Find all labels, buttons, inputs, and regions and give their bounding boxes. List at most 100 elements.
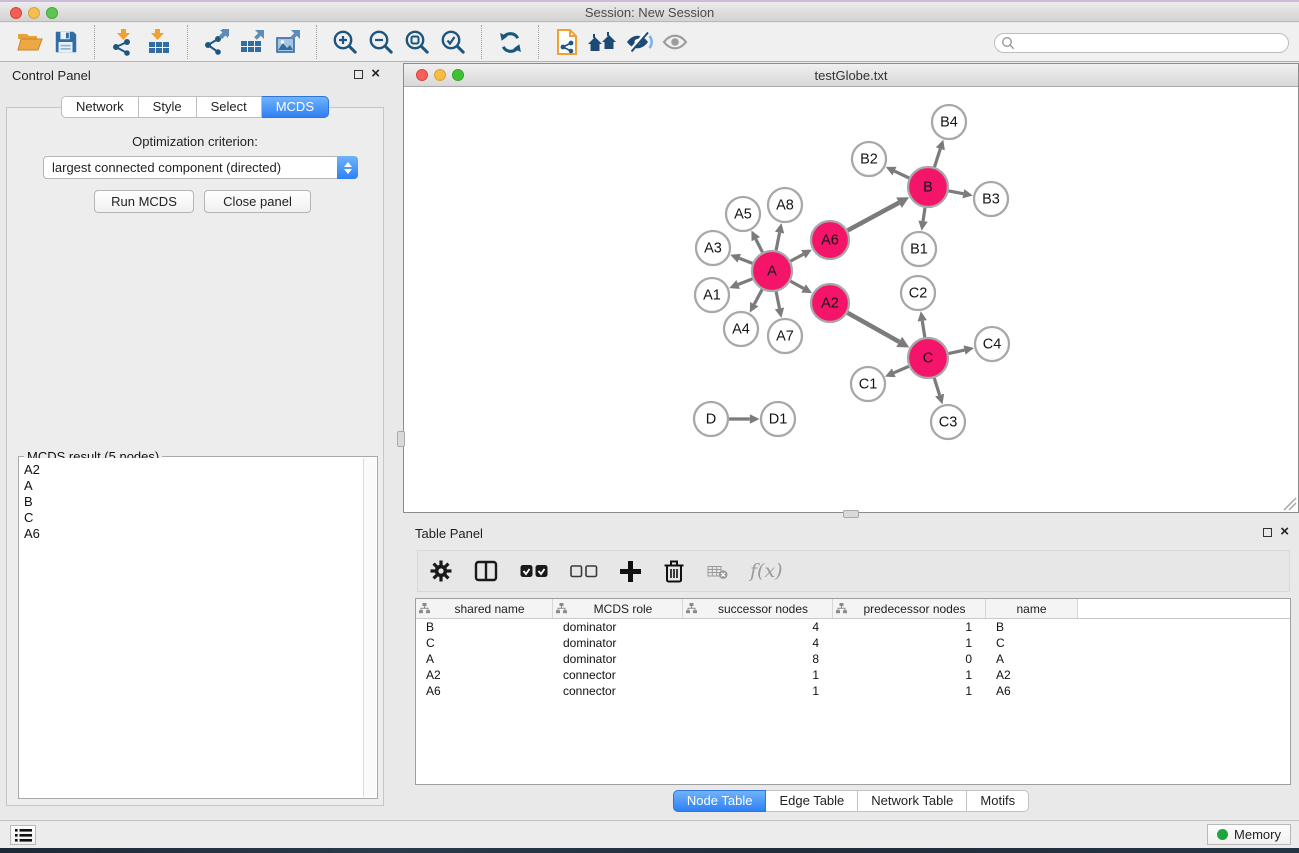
add-column-button[interactable] [620,556,641,586]
new-network-from-selection-button[interactable] [549,25,585,59]
float-panel-icon[interactable] [1263,528,1272,537]
network-graph[interactable]: B4B2BB3A5A8A6A3B1AA1C2A2A4A7C4CC1C3DD1 [404,87,1298,512]
export-table-button[interactable] [234,25,270,59]
add-icon [620,561,641,582]
float-panel-icon[interactable] [354,70,363,79]
delete-table-button[interactable] [707,556,728,586]
deselect-all-button[interactable] [570,556,598,586]
close-panel-icon[interactable]: × [1280,527,1289,537]
gear-icon [430,560,452,582]
graph-node-label: A [767,264,777,280]
splitter-grip-bottom[interactable] [843,510,859,518]
table-cell: A [416,652,553,666]
criterion-dropdown[interactable]: largest connected component (directed) [43,156,358,179]
graph-edge-B-B4[interactable] [934,149,940,167]
graph-edge-A-A6[interactable] [791,254,804,261]
search-input[interactable] [1015,35,1288,51]
graph-edge-C-C4[interactable] [949,350,965,353]
table-row[interactable]: Cdominator41C [416,635,1290,651]
import-network-button[interactable] [105,25,141,59]
column-header-predecessor-nodes[interactable]: predecessor nodes [833,599,986,618]
mcds-tab-content: Optimization criterion: largest connecte… [6,107,384,806]
tab-network-table[interactable]: Network Table [858,790,967,812]
table-row[interactable]: Bdominator41B [416,619,1290,635]
graph-edge-A-A4[interactable] [754,290,762,305]
graph-edge-C-C2[interactable] [922,321,925,337]
tab-node-table[interactable]: Node Table [673,790,767,812]
result-list-scrollbar[interactable] [363,458,376,797]
delete-column-button[interactable] [663,556,685,586]
toolbar-separator [481,25,482,59]
tab-select[interactable]: Select [197,96,262,118]
close-panel-button[interactable]: Close panel [204,190,311,213]
tab-mcds[interactable]: MCDS [262,96,329,118]
zoom-in-button[interactable] [327,25,363,59]
splitter-grip-left[interactable] [397,431,405,447]
refresh-button[interactable] [492,25,528,59]
result-item[interactable]: A [20,478,363,494]
deselect-all-icon [570,563,598,579]
hide-selected-button[interactable] [621,25,657,59]
main-toolbar [0,23,1299,62]
zoom-selected-button[interactable] [435,25,471,59]
table-cell: A [986,652,1078,666]
tab-style[interactable]: Style [139,96,197,118]
column-view-button[interactable] [474,556,498,586]
export-image-button[interactable] [270,25,306,59]
graph-node-label: B3 [982,192,1000,208]
export-network-button[interactable] [198,25,234,59]
table-header-row: shared nameMCDS rolesuccessor nodesprede… [416,599,1290,619]
zoom-out-button[interactable] [363,25,399,59]
table-row[interactable]: A6connector11A6 [416,683,1290,699]
search-field[interactable] [994,33,1289,53]
optimization-criterion-label: Optimization criterion: [7,134,383,149]
graph-edge-A-A3[interactable] [739,258,752,263]
result-item[interactable]: A6 [20,526,363,542]
function-builder-button[interactable]: f(x) [750,556,783,586]
network-window-title: testGlobe.txt [404,68,1298,83]
resize-corner-icon[interactable] [1283,497,1297,511]
first-neighbors-button[interactable] [585,25,621,59]
import-table-button[interactable] [141,25,177,59]
graph-node-label: A3 [704,241,722,257]
column-header-shared-name[interactable]: shared name [416,599,553,618]
select-all-button[interactable] [520,556,548,586]
graph-edge-B-B2[interactable] [894,171,909,178]
column-header-mcds-role[interactable]: MCDS role [553,599,683,618]
graph-node-label: D [706,412,716,428]
graph-edge-A-A5[interactable] [756,239,763,252]
edge-arrowhead-icon [775,307,784,317]
zoom-fit-button[interactable] [399,25,435,59]
graph-edge-C-C1[interactable] [894,366,909,372]
result-item[interactable]: B [20,494,363,510]
memory-button[interactable]: Memory [1207,824,1291,845]
network-canvas[interactable]: B4B2BB3A5A8A6A3B1AA1C2A2A4A7C4CC1C3DD1 [404,87,1298,512]
task-history-button[interactable] [10,825,36,845]
save-session-button[interactable] [48,25,84,59]
table-settings-button[interactable] [430,556,452,586]
graph-edge-B-B3[interactable] [949,191,964,194]
column-header-successor-nodes[interactable]: successor nodes [683,599,833,618]
graph-edge-A-A7[interactable] [776,292,779,309]
tab-network[interactable]: Network [61,96,139,118]
open-file-button[interactable] [12,25,48,59]
result-item[interactable]: A2 [20,462,363,478]
graph-edge-B-B1[interactable] [923,208,925,221]
graph-edge-A-A8[interactable] [776,233,779,251]
tab-motifs[interactable]: Motifs [967,790,1029,812]
tab-edge-table[interactable]: Edge Table [766,790,858,812]
table-row[interactable]: Adominator80A [416,651,1290,667]
result-item[interactable]: C [20,510,363,526]
show-all-button[interactable] [657,25,693,59]
close-panel-icon[interactable]: × [371,69,380,79]
run-mcds-button[interactable]: Run MCDS [94,190,194,213]
graph-edge-A2-C[interactable] [847,313,899,342]
graph-edge-A6-B[interactable] [848,203,899,231]
graph-edge-A-A1[interactable] [738,279,752,285]
table-row[interactable]: A2connector11A2 [416,667,1290,683]
app-title: Session: New Session [0,5,1299,20]
column-header-name[interactable]: name [986,599,1078,618]
graph-edge-C-C3[interactable] [934,378,939,395]
graph-edge-A-A2[interactable] [790,281,803,288]
network-window-titlebar[interactable]: testGlobe.txt [404,64,1298,87]
